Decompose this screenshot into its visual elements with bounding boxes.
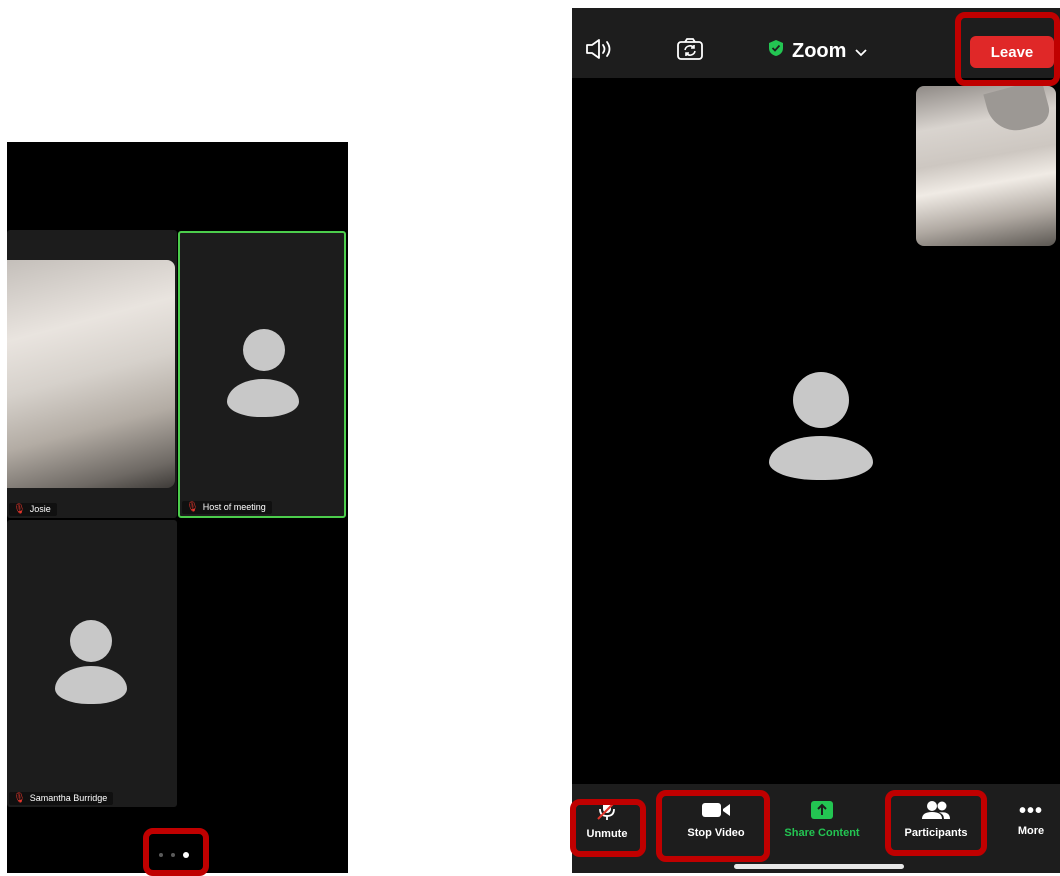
meeting-title: Zoom	[792, 39, 847, 62]
avatar-head	[70, 620, 112, 662]
shield-check-icon	[768, 39, 784, 63]
highlight-unmute-button	[570, 799, 646, 857]
participant-tile-josie[interactable]: 🎙︎ Josie	[7, 230, 177, 518]
chevron-down-icon	[855, 40, 868, 63]
avatar-head	[243, 329, 285, 371]
participant-name-label: 🎙︎ Josie	[9, 503, 57, 516]
home-indicator	[734, 864, 904, 869]
meeting-title-dropdown[interactable]: Zoom	[768, 39, 868, 63]
mic-muted-icon: 🎙︎	[186, 502, 199, 513]
gallery-view-screen: 🎙︎ Josie 🎙︎ Host of meeting 🎙︎ Samantha Bur…	[7, 142, 348, 873]
avatar-head	[793, 372, 849, 428]
more-label: More	[1017, 825, 1045, 837]
video-feed-object	[983, 86, 1053, 138]
highlight-participants-button	[885, 790, 987, 856]
more-dots-icon: •••	[1018, 800, 1043, 822]
meeting-view-screen: Zoom Leave Unmute Stop Video Share Conte…	[572, 8, 1060, 873]
share-content-label: Share Content	[784, 826, 860, 839]
participant-tile-host[interactable]: 🎙︎ Host of meeting	[178, 231, 346, 518]
participant-name-label: 🎙︎ Host of meeting	[182, 501, 272, 514]
avatar-body	[55, 666, 127, 704]
highlight-page-indicator	[143, 828, 209, 876]
avatar-body	[227, 379, 299, 417]
share-arrow-icon	[810, 800, 834, 823]
mic-muted-icon: 🎙︎	[13, 793, 26, 804]
highlight-stop-video-button	[656, 790, 770, 862]
speaker-icon[interactable]	[584, 38, 618, 60]
switch-camera-icon[interactable]	[676, 37, 704, 61]
self-video-preview[interactable]	[916, 86, 1056, 246]
more-button[interactable]: ••• More	[1006, 784, 1056, 854]
avatar-body	[769, 436, 873, 480]
video-feed	[7, 260, 175, 488]
participant-name-label: 🎙︎ Samantha Burridge	[9, 792, 114, 805]
participant-tile-samantha[interactable]: 🎙︎ Samantha Burridge	[7, 520, 177, 807]
highlight-leave-button	[955, 12, 1060, 86]
share-content-button[interactable]: Share Content	[774, 784, 870, 854]
mic-muted-icon: 🎙︎	[13, 504, 26, 515]
